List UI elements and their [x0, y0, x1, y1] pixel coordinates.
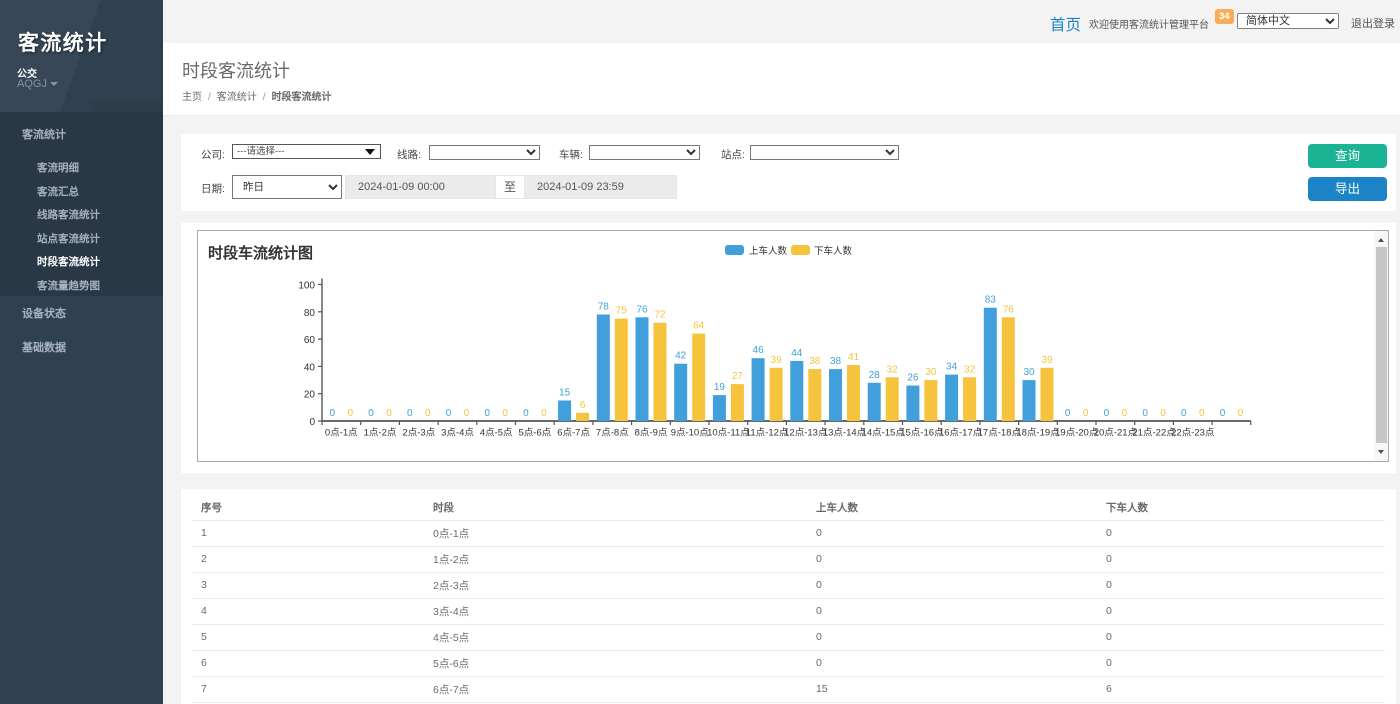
svg-text:15: 15: [559, 388, 571, 399]
svg-text:0: 0: [1083, 408, 1089, 419]
svg-text:21点-22点: 21点-22点: [1132, 428, 1176, 439]
svg-text:75: 75: [616, 306, 628, 317]
svg-text:0: 0: [541, 408, 547, 419]
svg-text:0: 0: [1065, 408, 1071, 419]
svg-text:40: 40: [304, 362, 316, 373]
svg-text:0: 0: [1104, 408, 1110, 419]
svg-text:11点-12点: 11点-12点: [746, 428, 789, 439]
svg-text:0: 0: [330, 408, 336, 419]
svg-text:18点-19点: 18点-19点: [1016, 428, 1060, 439]
svg-text:39: 39: [771, 355, 783, 366]
svg-text:30: 30: [1023, 367, 1035, 378]
svg-text:0: 0: [1199, 408, 1205, 419]
svg-text:0: 0: [425, 408, 431, 419]
svg-text:34: 34: [946, 362, 958, 373]
svg-text:22点-23点: 22点-23点: [1171, 428, 1215, 439]
svg-text:0: 0: [407, 408, 413, 419]
svg-text:20: 20: [304, 390, 316, 401]
svg-text:19: 19: [714, 382, 726, 393]
svg-text:27: 27: [732, 371, 744, 382]
svg-text:100: 100: [298, 281, 315, 292]
svg-text:0: 0: [1122, 408, 1128, 419]
svg-text:42: 42: [675, 351, 687, 362]
svg-text:78: 78: [598, 302, 610, 313]
svg-text:14点-15点: 14点-15点: [862, 428, 906, 439]
svg-text:9点-10点: 9点-10点: [671, 428, 710, 439]
svg-text:80: 80: [304, 308, 316, 319]
svg-text:0: 0: [502, 408, 508, 419]
svg-text:8点-9点: 8点-9点: [635, 428, 668, 439]
svg-text:76: 76: [1003, 304, 1015, 315]
svg-text:5点-6点: 5点-6点: [519, 428, 552, 439]
svg-text:60: 60: [304, 335, 316, 346]
svg-text:0: 0: [1160, 408, 1166, 419]
svg-text:15点-16点: 15点-16点: [900, 428, 944, 439]
svg-text:72: 72: [654, 310, 666, 321]
svg-text:0: 0: [368, 408, 374, 419]
svg-text:20点-21点: 20点-21点: [1094, 428, 1138, 439]
svg-text:2点-3点: 2点-3点: [402, 428, 435, 439]
svg-text:0: 0: [309, 417, 315, 428]
svg-text:28: 28: [869, 370, 881, 381]
svg-text:16点-17点: 16点-17点: [939, 428, 983, 439]
svg-text:46: 46: [753, 345, 765, 356]
svg-text:38: 38: [830, 356, 842, 367]
svg-text:10点-11点: 10点-11点: [707, 428, 750, 439]
svg-text:12点-13点: 12点-13点: [784, 428, 828, 439]
svg-text:19点-20点: 19点-20点: [1055, 428, 1099, 439]
svg-text:32: 32: [887, 364, 899, 375]
svg-text:0: 0: [386, 408, 392, 419]
svg-text:0: 0: [1220, 408, 1226, 419]
svg-text:64: 64: [693, 321, 705, 332]
svg-text:4点-5点: 4点-5点: [480, 428, 513, 439]
svg-text:0点-1点: 0点-1点: [325, 428, 358, 439]
svg-text:44: 44: [791, 348, 803, 359]
svg-text:32: 32: [964, 364, 976, 375]
svg-text:0: 0: [464, 408, 470, 419]
svg-text:38: 38: [809, 356, 821, 367]
svg-text:26: 26: [907, 373, 919, 384]
svg-text:0: 0: [1142, 408, 1148, 419]
svg-text:41: 41: [848, 352, 860, 363]
svg-text:6: 6: [580, 400, 586, 411]
svg-text:17点-18点: 17点-18点: [978, 428, 1022, 439]
svg-text:0: 0: [1181, 408, 1187, 419]
svg-text:7点-8点: 7点-8点: [596, 428, 629, 439]
svg-text:6点-7点: 6点-7点: [557, 428, 590, 439]
svg-text:0: 0: [523, 408, 529, 419]
svg-text:0: 0: [484, 408, 490, 419]
svg-text:39: 39: [1041, 355, 1053, 366]
svg-text:83: 83: [985, 295, 997, 306]
svg-text:0: 0: [348, 408, 354, 419]
svg-text:3点-4点: 3点-4点: [441, 428, 474, 439]
svg-text:0: 0: [446, 408, 452, 419]
svg-text:13点-14点: 13点-14点: [823, 428, 867, 439]
svg-text:1点-2点: 1点-2点: [364, 428, 397, 439]
svg-text:0: 0: [1238, 408, 1244, 419]
svg-text:30: 30: [925, 367, 937, 378]
svg-text:76: 76: [636, 304, 648, 315]
